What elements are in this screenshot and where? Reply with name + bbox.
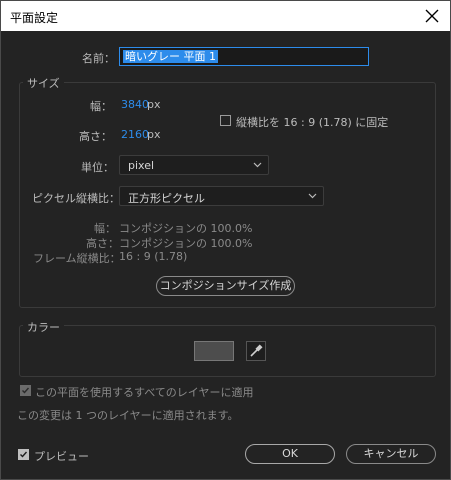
preview-checkbox[interactable] — [18, 449, 29, 460]
dialog-title: 平面設定 — [10, 11, 59, 25]
ok-button[interactable]: OK — [245, 444, 335, 464]
color-swatch[interactable] — [194, 341, 234, 361]
size-group-title: サイズ — [23, 75, 64, 91]
eyedropper-button[interactable] — [246, 341, 266, 361]
width-value[interactable]: 3840 — [121, 98, 149, 111]
info-width-label: 幅： — [94, 222, 116, 235]
checkmark-icon — [20, 451, 28, 458]
height-unit: px — [147, 128, 161, 141]
height-value[interactable]: 2160 — [121, 128, 149, 141]
info-frame-aspect-label: フレーム縦横比： — [33, 252, 121, 265]
pixel-aspect-dropdown[interactable]: 正方形ピクセル — [119, 186, 324, 206]
info-frame-aspect-value: 16 : 9 (1.78) — [119, 250, 188, 263]
eyedropper-icon — [250, 344, 263, 357]
pixel-aspect-label: ピクセル縦横比： — [32, 192, 120, 205]
apply-all-label: この平面を使用するすべてのレイヤーに適用 — [35, 386, 254, 399]
preview-label: プレビュー — [34, 450, 89, 463]
pixel-aspect-dropdown-value: 正方形ピクセル — [128, 192, 205, 205]
chevron-down-icon — [253, 162, 262, 168]
chevron-down-icon — [308, 193, 317, 199]
make-comp-size-button[interactable]: コンポジションサイズ作成 — [156, 276, 295, 296]
aspect-lock-label: 縦横比を 16 : 9 (1.78) に固定 — [236, 116, 389, 129]
solid-settings-dialog: 平面設定 名前： 暗いグレー 平面 1 サイズ 幅： 3840 px 高さ： 2… — [0, 0, 451, 480]
name-input[interactable]: 暗いグレー 平面 1 — [119, 47, 369, 66]
color-group-title: カラー — [23, 319, 64, 335]
name-input-value: 暗いグレー 平面 1 — [123, 50, 218, 63]
aspect-lock-checkbox[interactable] — [220, 115, 231, 126]
apply-notice: この変更は 1 つのレイヤーに適用されます。 — [17, 409, 239, 422]
apply-all-checkbox[interactable] — [20, 385, 31, 396]
title-bar: 平面設定 — [1, 1, 450, 31]
info-width-value: コンポジションの 100.0% — [119, 222, 253, 235]
name-label: 名前： — [82, 52, 115, 65]
width-label: 幅： — [90, 100, 112, 113]
unit-label: 単位： — [81, 161, 114, 174]
info-height-value: コンポジションの 100.0% — [119, 237, 253, 250]
checkmark-icon — [22, 387, 30, 394]
unit-dropdown-value: pixel — [128, 159, 155, 172]
cancel-button[interactable]: キャンセル — [346, 444, 436, 464]
close-icon[interactable] — [422, 6, 442, 26]
height-label: 高さ： — [79, 130, 112, 143]
info-height-label: 高さ： — [86, 237, 119, 250]
width-unit: px — [147, 98, 161, 111]
unit-dropdown[interactable]: pixel — [119, 155, 269, 175]
